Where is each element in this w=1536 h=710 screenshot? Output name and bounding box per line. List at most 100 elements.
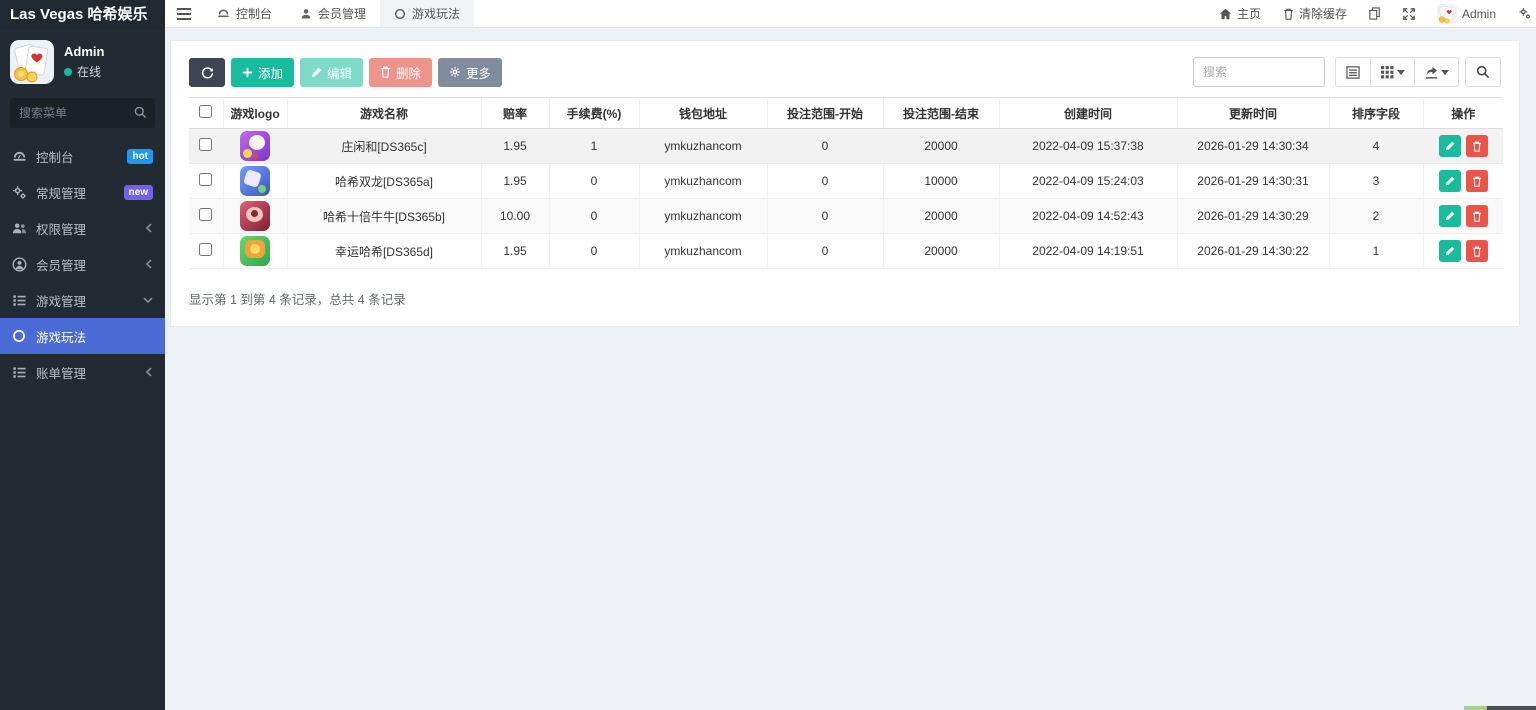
home-link[interactable]: 主页: [1208, 0, 1272, 28]
row-delete-button[interactable]: [1466, 205, 1488, 227]
row-delete-button[interactable]: [1466, 240, 1488, 262]
export-icon: [1425, 66, 1438, 79]
tab-label: 会员管理: [318, 5, 366, 22]
circle-icon: [394, 8, 406, 20]
bet-start-cell: 0: [767, 199, 883, 234]
avatar: [1437, 4, 1457, 24]
row-checkbox[interactable]: [199, 243, 212, 256]
tab-game-play[interactable]: 游戏玩法: [380, 0, 474, 27]
row-delete-button[interactable]: [1466, 170, 1488, 192]
dashboard-icon: [12, 149, 27, 164]
list-icon: [12, 365, 27, 380]
sidebar-item-games[interactable]: 游戏管理: [0, 282, 165, 318]
home-label: 主页: [1237, 5, 1261, 22]
more-button-label: 更多: [466, 63, 491, 82]
game-name-cell: 哈希双龙[DS365a]: [287, 164, 481, 199]
wallet-cell: ymkuzhancom: [639, 164, 767, 199]
fee-cell: 0: [549, 164, 639, 199]
columns-button[interactable]: [1371, 57, 1415, 87]
sidebar-item-bills[interactable]: 账单管理: [0, 354, 165, 390]
pencil-icon: [1445, 212, 1454, 221]
export-button[interactable]: [1415, 57, 1459, 87]
bet-end-cell: 20000: [883, 234, 999, 269]
column-header-created: 创建时间: [999, 98, 1177, 129]
plus-icon: [242, 67, 253, 78]
sidebar-item-label: 常规管理: [36, 183, 86, 202]
game-name-cell: 哈希十倍牛牛[DS365b]: [287, 199, 481, 234]
game-name-cell: 庄闲和[DS365c]: [287, 129, 481, 164]
sidebar-item-dashboard[interactable]: 控制台 hot: [0, 138, 165, 174]
sidebar-item-label: 会员管理: [36, 255, 86, 274]
settings-button[interactable]: [1507, 0, 1536, 28]
row-checkbox[interactable]: [199, 208, 212, 221]
sort-cell: 3: [1329, 164, 1423, 199]
sidebar-item-game-play[interactable]: 游戏玩法: [0, 318, 165, 354]
home-icon: [1219, 8, 1232, 20]
tab-bar: 控制台 会员管理 游戏玩法: [203, 0, 474, 27]
row-checkbox[interactable]: [199, 173, 212, 186]
user-icon: [300, 8, 312, 20]
row-edit-button[interactable]: [1439, 170, 1461, 192]
user-panel: Admin 在线: [0, 30, 165, 96]
column-header-bet-end: 投注范围-结束: [883, 98, 999, 129]
trash-icon: [1473, 212, 1481, 221]
search-icon: [134, 106, 147, 119]
copy-page-button[interactable]: [1358, 0, 1392, 28]
trash-icon: [1283, 8, 1294, 20]
row-edit-button[interactable]: [1439, 135, 1461, 157]
hamburger-icon: [177, 8, 191, 20]
search-toggle-button[interactable]: [1465, 57, 1501, 87]
sidebar-item-general[interactable]: 常规管理 new: [0, 174, 165, 210]
more-button[interactable]: 更多: [438, 58, 502, 87]
row-edit-button[interactable]: [1439, 205, 1461, 227]
clear-cache-button[interactable]: 清除缓存: [1272, 0, 1358, 28]
wallet-cell: ymkuzhancom: [639, 129, 767, 164]
online-status-dot: [64, 68, 72, 76]
updated-cell: 2026-01-29 14:30:29: [1177, 199, 1329, 234]
sidebar-item-permissions[interactable]: 权限管理: [0, 210, 165, 246]
column-header-updated: 更新时间: [1177, 98, 1329, 129]
sidebar-item-label: 控制台: [36, 147, 74, 166]
tab-members[interactable]: 会员管理: [286, 0, 380, 27]
user-name: Admin: [1462, 7, 1496, 21]
edit-button-label: 编辑: [327, 63, 352, 82]
table-search-input[interactable]: [1193, 57, 1325, 87]
trash-icon: [1473, 247, 1481, 256]
sidebar-item-label: 游戏玩法: [36, 327, 86, 346]
refresh-button[interactable]: [189, 58, 225, 87]
brand-title: Las Vegas 哈希娱乐: [0, 0, 165, 30]
tab-dashboard[interactable]: 控制台: [203, 0, 286, 27]
circle-icon: [12, 329, 27, 344]
detail-view-button[interactable]: [1335, 57, 1371, 87]
row-delete-button[interactable]: [1466, 135, 1488, 157]
trace-bar-toggle[interactable]: [1487, 706, 1536, 710]
tab-label: 游戏玩法: [412, 5, 460, 22]
edit-button[interactable]: 编辑: [300, 58, 363, 87]
column-header-sort: 排序字段: [1329, 98, 1423, 129]
sort-cell: 1: [1329, 234, 1423, 269]
row-edit-button[interactable]: [1439, 240, 1461, 262]
table-row: 哈希双龙[DS365a] 1.95 0 ymkuzhancom 0 10000 …: [189, 164, 1503, 199]
game-logo: [240, 236, 270, 266]
created-cell: 2022-04-09 14:19:51: [999, 234, 1177, 269]
caret-down-icon: [1441, 70, 1449, 75]
column-header-fee: 手续费(%): [549, 98, 639, 129]
delete-button[interactable]: 删除: [369, 58, 432, 87]
sidebar-item-members[interactable]: 会员管理: [0, 246, 165, 282]
cogs-icon: [12, 185, 27, 200]
chevron-down-icon: [143, 296, 153, 304]
select-all-checkbox[interactable]: [199, 105, 212, 118]
delete-button-label: 删除: [396, 63, 421, 82]
add-button[interactable]: 添加: [231, 58, 294, 87]
bet-start-cell: 0: [767, 164, 883, 199]
row-checkbox[interactable]: [199, 138, 212, 151]
sidebar-toggle-button[interactable]: [165, 0, 203, 27]
fullscreen-button[interactable]: [1392, 0, 1426, 28]
sidebar-search: [10, 98, 155, 128]
column-header-name: 游戏名称: [287, 98, 481, 129]
new-badge: new: [124, 185, 153, 200]
user-menu[interactable]: Admin: [1426, 0, 1507, 28]
updated-cell: 2026-01-29 14:30:31: [1177, 164, 1329, 199]
trash-icon: [1473, 177, 1481, 186]
game-play-panel: 添加 编辑 删除 更多: [170, 40, 1520, 327]
